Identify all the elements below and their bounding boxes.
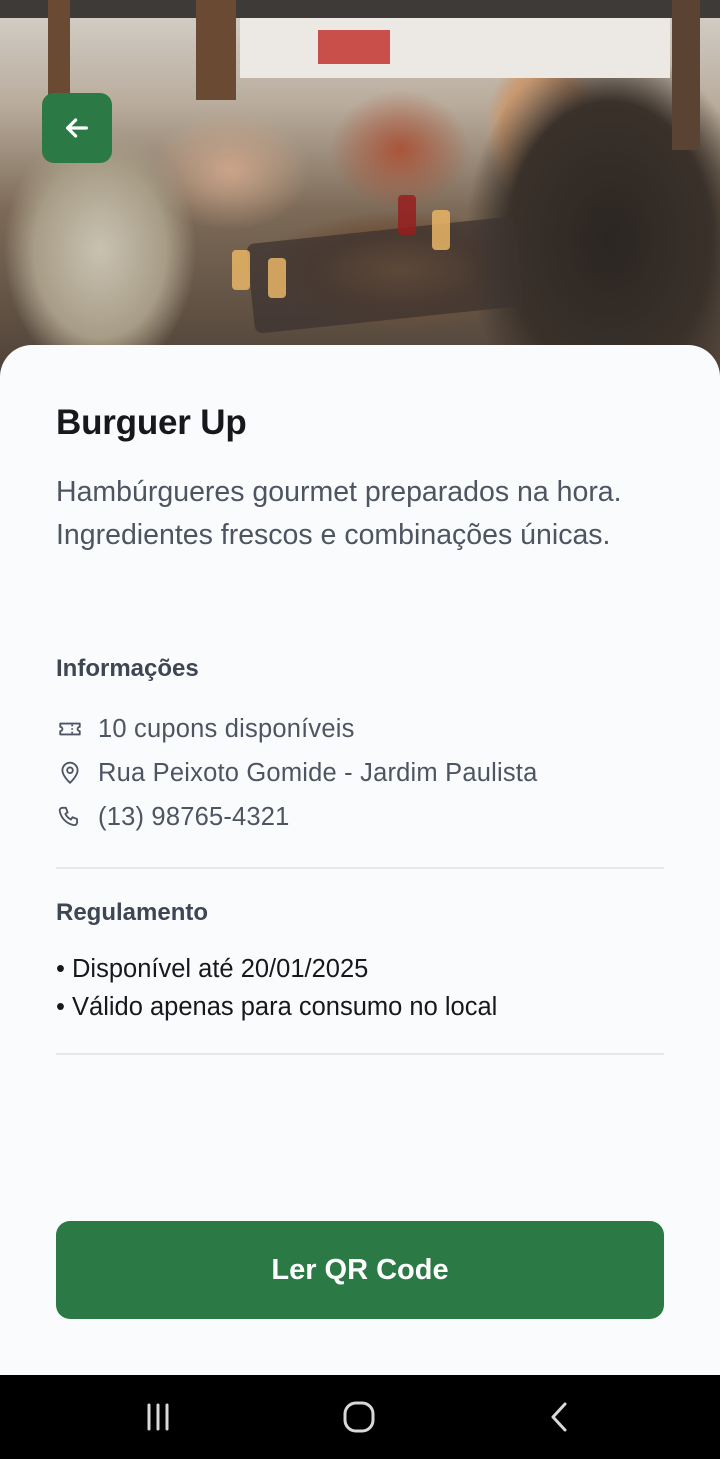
system-navigation-bar — [0, 1375, 720, 1459]
read-qr-code-button[interactable]: Ler QR Code — [56, 1221, 664, 1319]
restaurant-description: Hambúrgueres gourmet preparados na hora.… — [56, 476, 622, 551]
back-icon — [551, 1402, 567, 1432]
map-pin-icon — [56, 759, 84, 787]
phone-text: (13) 98765-4321 — [98, 802, 290, 831]
restaurant-detail-screen: Burguer Up Hambúrgueres gourmet preparad… — [0, 0, 720, 1459]
divider — [56, 1053, 664, 1055]
rule-item: • Válido apenas para consumo no local — [56, 993, 498, 1021]
system-back-button[interactable] — [530, 1393, 590, 1441]
rule-item: • Disponível até 20/01/2025 — [56, 955, 369, 983]
ticket-icon — [56, 715, 84, 743]
recent-apps-button[interactable] — [128, 1393, 188, 1441]
back-button[interactable] — [42, 93, 112, 163]
home-button[interactable] — [329, 1393, 389, 1441]
phone-icon — [56, 803, 84, 831]
phone-info: (13) 98765-4321 — [56, 799, 290, 835]
coupons-info: 10 cupons disponíveis — [56, 711, 355, 747]
info-heading: Informações — [56, 655, 199, 682]
divider — [56, 867, 664, 869]
arrow-left-icon — [66, 118, 88, 138]
rules-heading: Regulamento — [56, 899, 209, 926]
address-text: Rua Peixoto Gomide - Jardim Paulista — [98, 758, 538, 787]
coupons-text: 10 cupons disponíveis — [98, 714, 355, 743]
home-icon — [343, 1401, 375, 1433]
details-sheet: Burguer Up Hambúrgueres gourmet preparad… — [0, 345, 720, 1375]
restaurant-name: Burguer Up — [56, 403, 247, 442]
recent-apps-icon — [147, 1403, 169, 1431]
address-info: Rua Peixoto Gomide - Jardim Paulista — [56, 755, 537, 791]
hero-image — [0, 0, 720, 380]
